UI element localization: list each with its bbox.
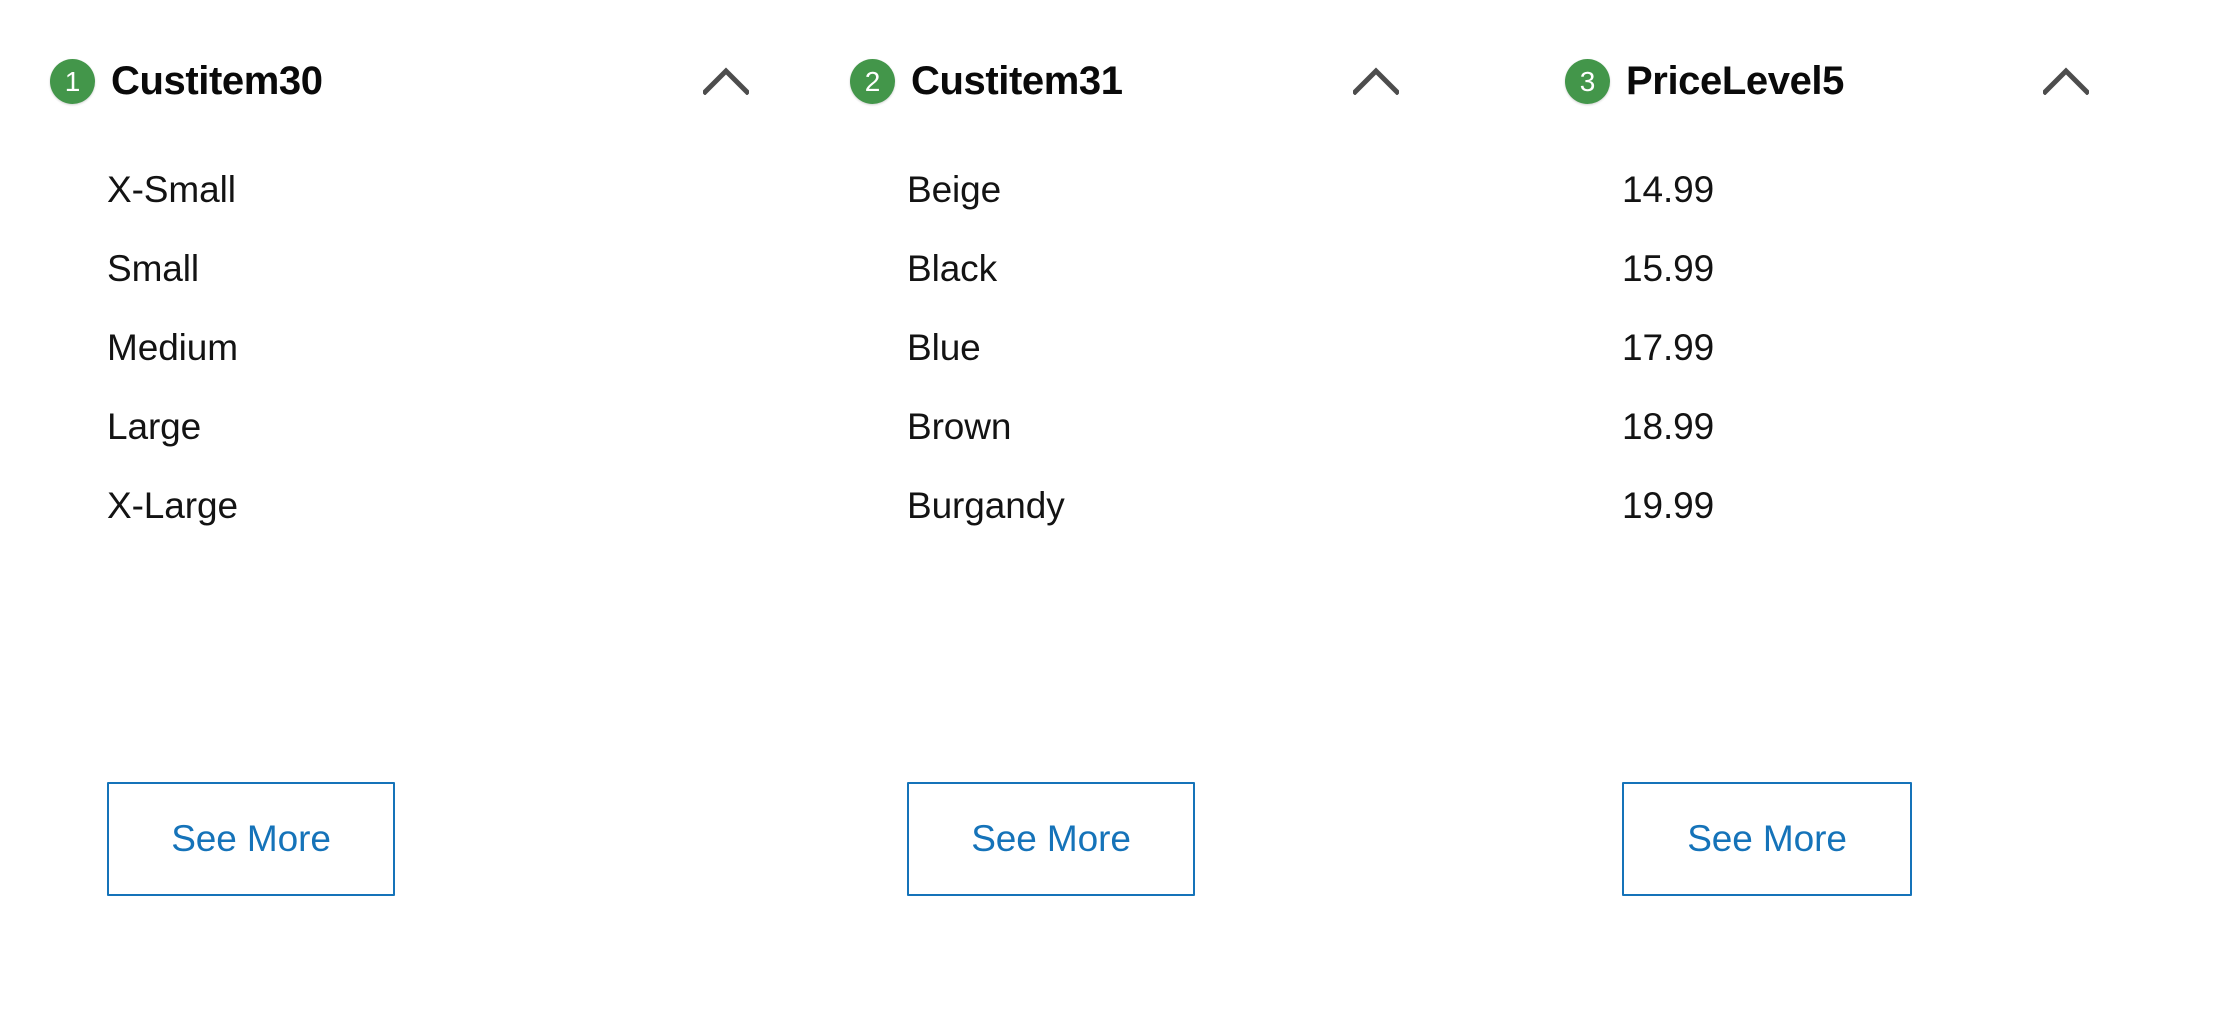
list-item[interactable]: Beige	[907, 150, 1550, 229]
column-title-2: Custitem31	[911, 58, 1123, 103]
attribute-column-3: 3 PriceLevel5 14.99 15.99 17.99 18.99 19…	[1565, 0, 2165, 1009]
see-more-button-3[interactable]: See More	[1622, 782, 1912, 896]
list-item[interactable]: 15.99	[1622, 229, 2165, 308]
step-badge-2: 2	[850, 58, 895, 104]
chevron-up-icon[interactable]	[1350, 55, 1402, 107]
list-item[interactable]: 19.99	[1622, 466, 2165, 545]
list-item[interactable]: X-Large	[107, 466, 810, 545]
see-more-button-2[interactable]: See More	[907, 782, 1195, 896]
option-list-3: 14.99 15.99 17.99 18.99 19.99	[1622, 150, 2165, 545]
list-item[interactable]: Small	[107, 229, 810, 308]
column-title-3: PriceLevel5	[1626, 58, 1844, 103]
column-header-2[interactable]: 2 Custitem31	[850, 56, 1550, 106]
column-title-1: Custitem30	[111, 58, 323, 103]
list-item[interactable]: X-Small	[107, 150, 810, 229]
chevron-up-icon[interactable]	[2040, 55, 2092, 107]
attribute-columns-panel: 1 Custitem30 X-Small Small Medium Large …	[0, 0, 2218, 1009]
list-item[interactable]: Brown	[907, 387, 1550, 466]
option-list-1: X-Small Small Medium Large X-Large	[107, 150, 810, 545]
attribute-column-1: 1 Custitem30 X-Small Small Medium Large …	[50, 0, 810, 1009]
chevron-up-icon[interactable]	[700, 55, 752, 107]
column-header-3[interactable]: 3 PriceLevel5	[1565, 56, 2165, 106]
step-badge-1: 1	[50, 58, 95, 104]
list-item[interactable]: Medium	[107, 308, 810, 387]
list-item[interactable]: 18.99	[1622, 387, 2165, 466]
list-item[interactable]: Large	[107, 387, 810, 466]
list-item[interactable]: Black	[907, 229, 1550, 308]
see-more-button-1[interactable]: See More	[107, 782, 395, 896]
option-list-2: Beige Black Blue Brown Burgandy	[907, 150, 1550, 545]
step-badge-3: 3	[1565, 58, 1610, 104]
attribute-column-2: 2 Custitem31 Beige Black Blue Brown Burg…	[850, 0, 1550, 1009]
list-item[interactable]: 17.99	[1622, 308, 2165, 387]
list-item[interactable]: Burgandy	[907, 466, 1550, 545]
list-item[interactable]: Blue	[907, 308, 1550, 387]
list-item[interactable]: 14.99	[1622, 150, 2165, 229]
column-header-1[interactable]: 1 Custitem30	[50, 56, 810, 106]
